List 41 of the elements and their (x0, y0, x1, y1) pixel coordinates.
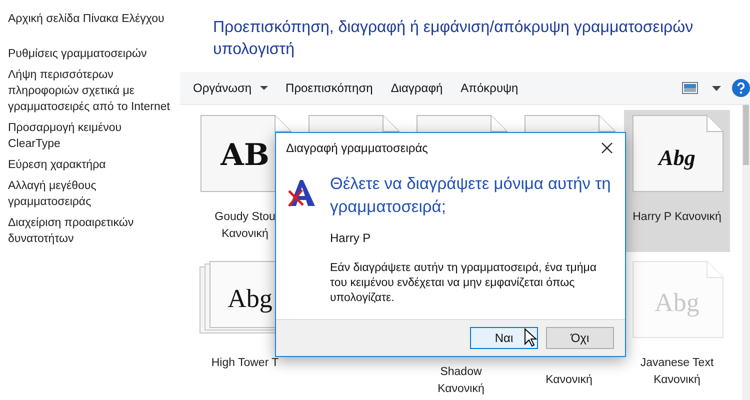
sidebar-link[interactable]: Αλλαγή μεγέθους γραμματοσειράς (8, 178, 170, 210)
font-delete-icon (288, 179, 316, 207)
caret-icon (712, 86, 721, 90)
font-name: Κανονική (222, 227, 268, 242)
font-name-text: Harry P (330, 231, 372, 245)
font-file-icon[interactable] (632, 115, 723, 192)
close-icon[interactable] (601, 142, 613, 154)
caret-icon (260, 86, 268, 90)
organize-menu[interactable]: Οργάνωση (184, 77, 277, 99)
mouse-cursor-icon (524, 328, 538, 348)
control-panel-home-link[interactable]: Αρχική σελίδα Πίνακα Ελέγχου (8, 11, 170, 27)
view-options-button[interactable] (679, 79, 701, 97)
help-icon[interactable] (732, 79, 750, 97)
sidebar-link[interactable]: Διαχείριση προαιρετικών δυνατοτήτων (8, 215, 170, 247)
font-name: Κανονική (654, 373, 700, 388)
font-name: Harry P Κανονική (632, 210, 722, 225)
yes-button[interactable]: Ναι (470, 327, 538, 349)
scrollbar[interactable] (742, 105, 750, 400)
no-button[interactable]: Όχι (546, 327, 614, 349)
dialog-question: Θέλετε να διαγράψετε μόνιμα αυτήν τη γραμματοσειρά; (330, 174, 612, 218)
sidebar-link[interactable]: Ρυθμίσεις γραμματοσειρών (8, 46, 170, 62)
page-title: Προεπισκόπηση, διαγραφή ή εμφάνιση/απόκρυψη γραμματοσειρών υπολογιστή (212, 18, 694, 55)
sidebar-link[interactable]: Προσαρμογή κειμένου ClearType (8, 120, 170, 152)
font-sample: Abg (658, 145, 695, 170)
font-name: High Tower T (211, 356, 279, 371)
warning-message: Εάν διαγράψετε αυτήν τη γραμματοσειρά, ένα τμήμα του κειμένου ενδέχεται να μην εμφανίζεται όπως υπολογίζατε. (330, 261, 598, 306)
font-name: Javanese Text (640, 356, 714, 371)
font-sample: AB (220, 138, 269, 173)
toolbar-button[interactable]: Απόκρυψη (452, 77, 528, 99)
font-name: Κανονική (438, 382, 484, 397)
font-name: Shadow (440, 365, 482, 380)
selected-tile-highlight[interactable]: Abg Harry P Κανονική (624, 110, 730, 252)
toolbar-button[interactable]: Διαγραφή (382, 77, 452, 99)
sidebar-link[interactable]: Εύρεση χαρακτήρα (8, 157, 170, 173)
dialog-title: Διαγραφή γραμματοσειράς (286, 141, 428, 155)
sidebar-link[interactable]: Λήψη περισσότερων πληροφοριών σχετικά με γραμματοσειρές από το Internet (8, 67, 170, 115)
font-name: Κανονική (546, 373, 592, 388)
font-sample: Abg (227, 284, 272, 313)
font-name: Goudy Stou (214, 210, 276, 225)
toolbar-button[interactable]: Προεπισκόπηση (276, 77, 382, 99)
view-icon (682, 82, 698, 94)
